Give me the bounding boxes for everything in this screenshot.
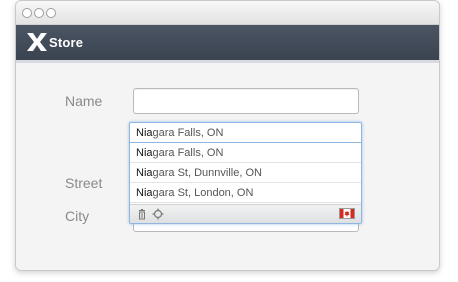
locate-icon[interactable] — [152, 208, 164, 220]
trash-icon[interactable] — [136, 208, 148, 220]
window-maximize-button[interactable] — [46, 8, 56, 18]
x-logo-icon — [27, 33, 47, 51]
suggestion-item[interactable]: Niagara Falls, ON — [130, 143, 361, 163]
app-header: Store — [16, 25, 439, 63]
autocomplete-footer — [130, 204, 361, 223]
suggestion-match: Nia — [136, 167, 153, 179]
suggestion-text: gara St, London, ON — [152, 187, 254, 199]
suggestion-text: gara Falls, ON — [152, 147, 224, 159]
form-area: Name Street City Niagara Falls, ON Niaga… — [16, 63, 439, 270]
suggestion-match: Nia — [136, 147, 153, 159]
street-label: Street — [65, 175, 103, 191]
name-input[interactable] — [133, 88, 359, 114]
suggestion-match: Nia — [136, 187, 153, 199]
name-label: Name — [65, 93, 103, 109]
address-autocomplete: Niagara Falls, ON Niagara Falls, ON Niag… — [129, 122, 362, 224]
window-close-button[interactable] — [22, 8, 32, 18]
suggestion-item[interactable]: Niagara St, Dunnville, ON — [130, 163, 361, 183]
window-titlebar — [16, 1, 439, 25]
store-logo[interactable]: Store — [26, 32, 83, 52]
suggestion-text: gara St, Dunnville, ON — [152, 167, 262, 179]
logo-text: Store — [49, 34, 84, 50]
suggestion-item[interactable]: Niagara St, London, ON — [130, 183, 361, 203]
window-minimize-button[interactable] — [34, 8, 44, 18]
app-window: Store Name Street City Niagara Falls, ON… — [15, 0, 440, 271]
canada-flag-icon[interactable] — [339, 208, 355, 219]
city-label: City — [65, 208, 90, 224]
query-rest: gara Falls, ON — [152, 127, 224, 139]
query-match: Nia — [136, 127, 153, 139]
street-input[interactable]: Niagara Falls, ON — [130, 123, 361, 143]
